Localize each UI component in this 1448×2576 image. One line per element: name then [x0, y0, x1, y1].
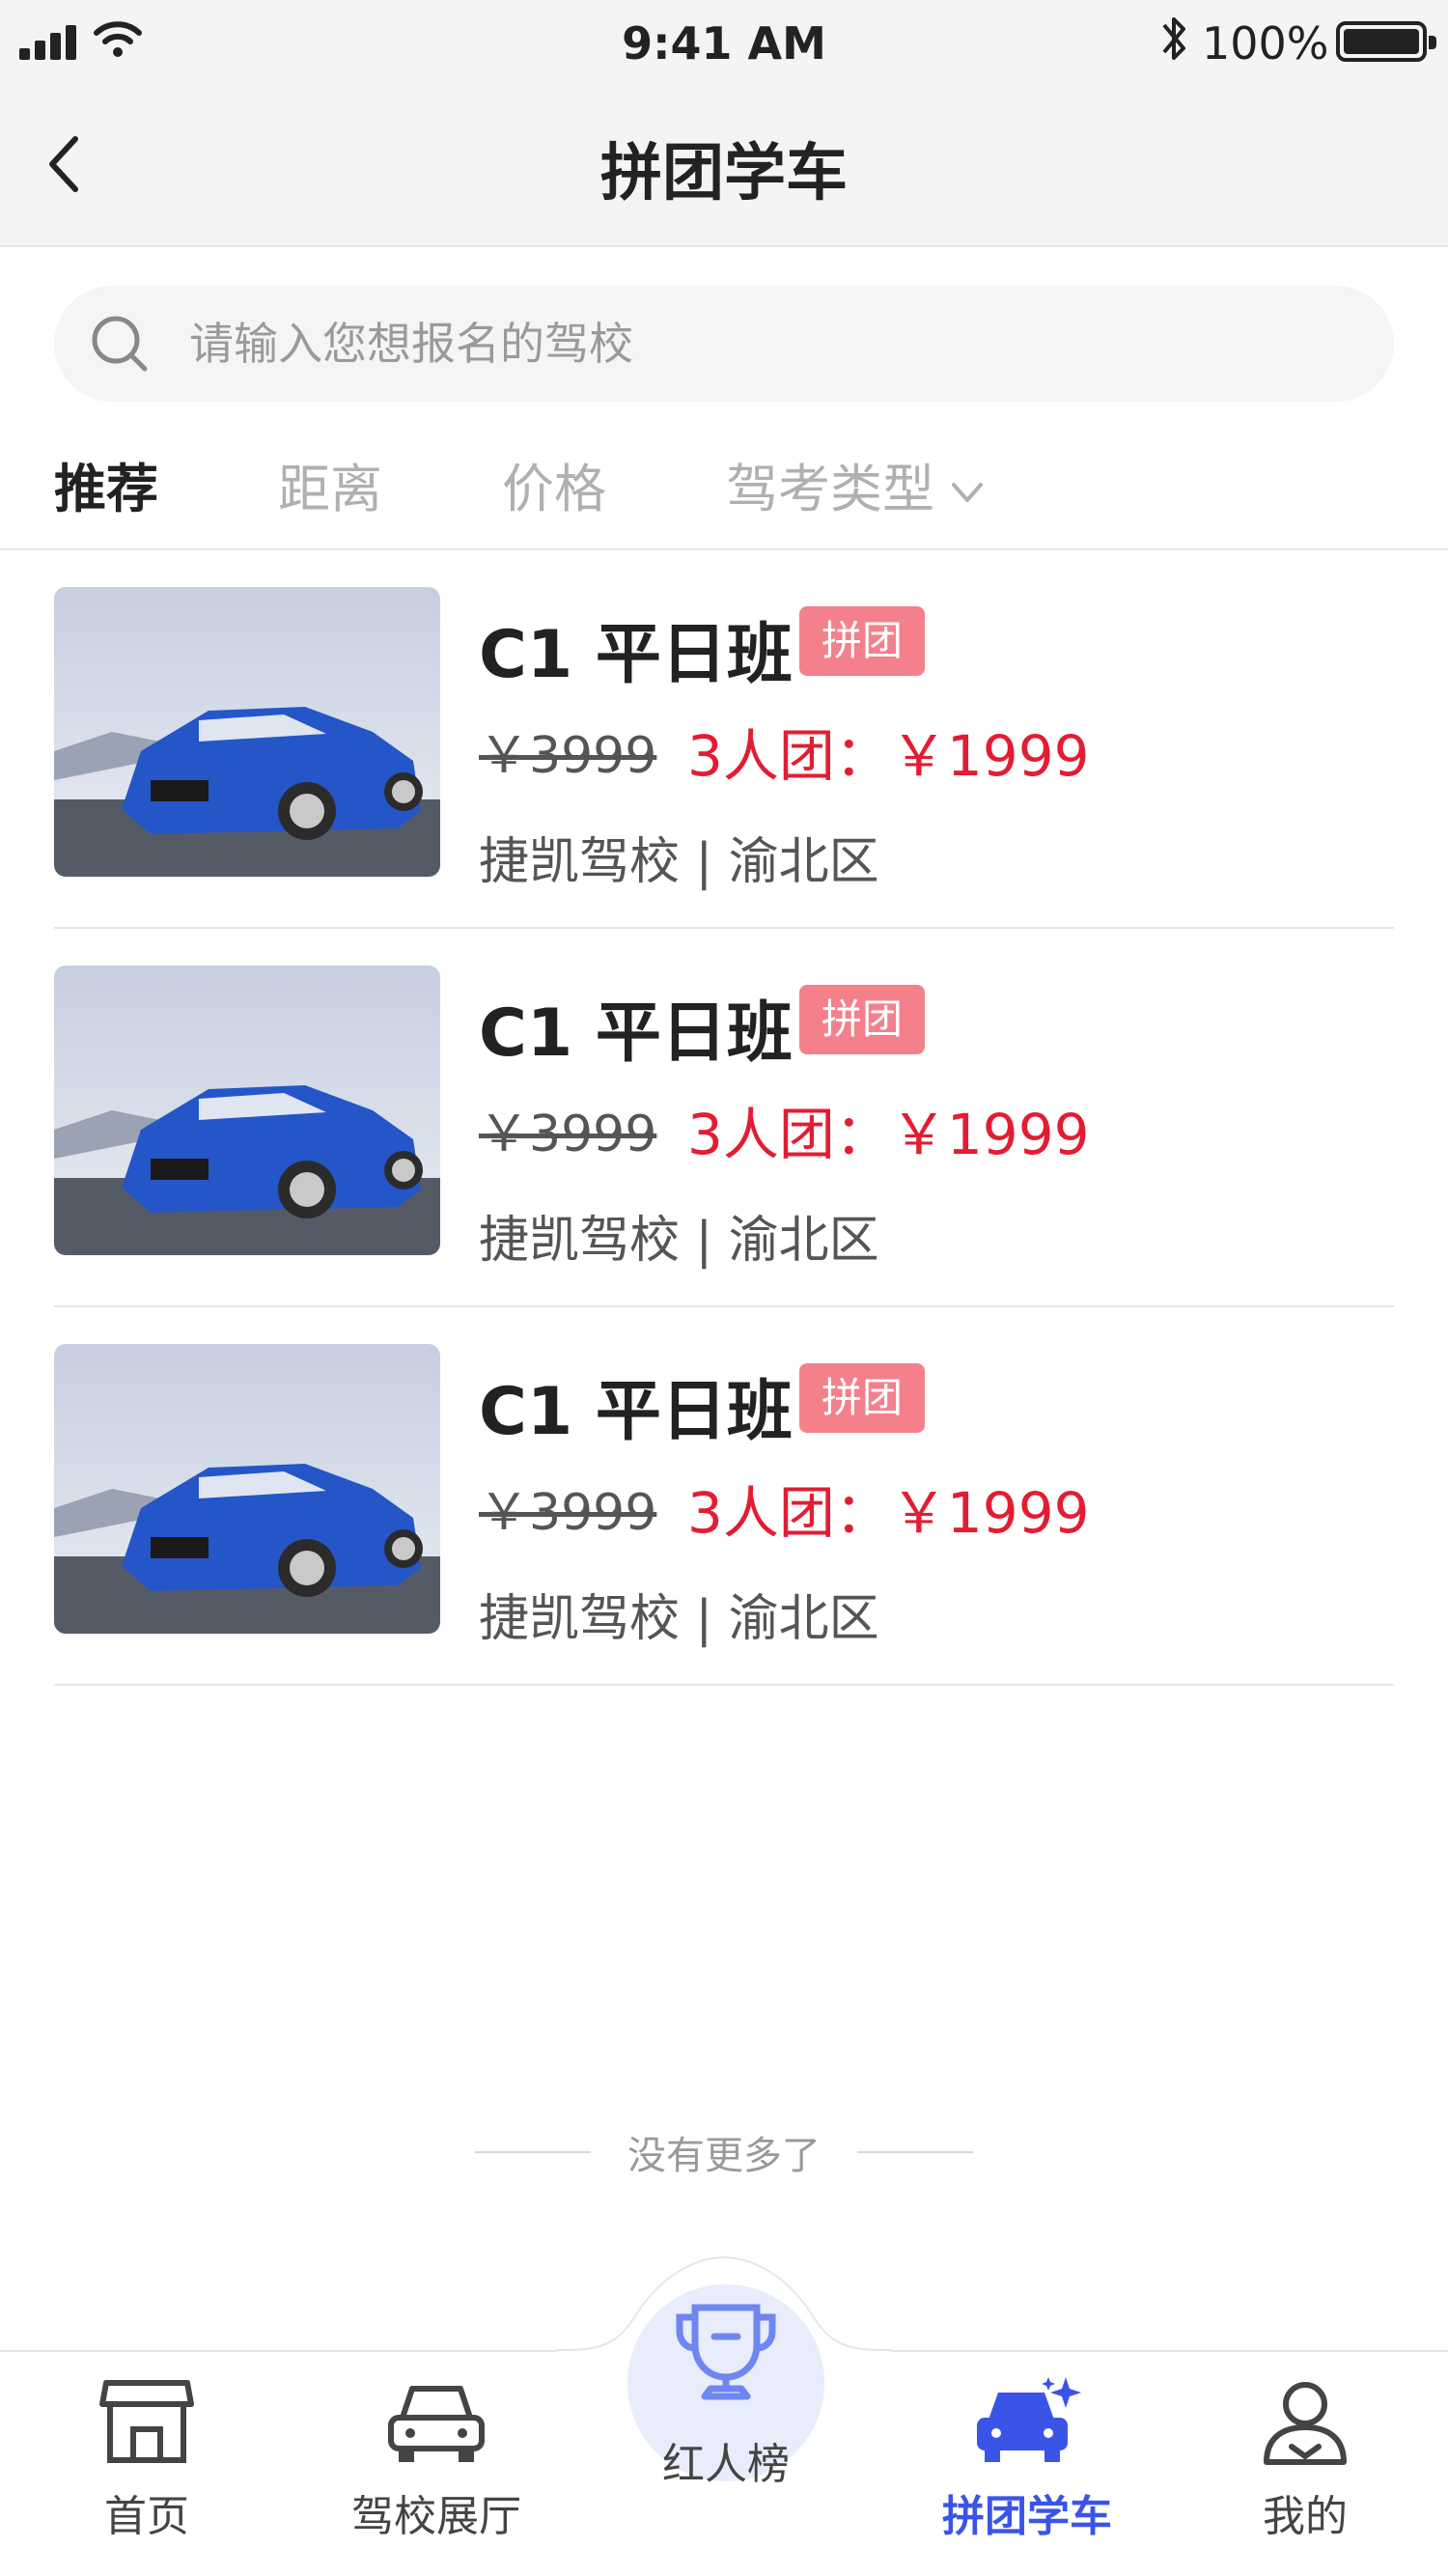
search-bar[interactable]: [54, 286, 1394, 402]
filter-tabs: 推荐 距离 价格 驾考类型: [0, 433, 1448, 550]
car-outline-icon: [388, 2386, 485, 2462]
tab-school-showroom-label: 驾校展厅: [351, 2492, 521, 2541]
user-icon: [1264, 2382, 1347, 2465]
tab-profile-label: 我的: [1263, 2492, 1348, 2541]
car-thumbnail: [54, 1344, 440, 1634]
no-more-text: 没有更多了: [627, 2134, 821, 2178]
course-name: C1 平日班: [479, 1374, 793, 1450]
group-price: 3人团：￥1999: [687, 1102, 1090, 1167]
original-price: ￥3999: [479, 727, 657, 785]
page: 9:41 AM 100% 拼团学车 推荐 距离 价格 驾考类型: [0, 0, 1448, 2576]
car-thumbnail: [54, 966, 440, 1255]
tab-home[interactable]: 首页: [41, 2375, 253, 2568]
chevron-down-icon: [952, 483, 983, 503]
list-item[interactable]: C1 平日班 拼团 ￥3999 3人团：￥1999 捷凯驾校 | 渝北区: [54, 929, 1394, 1307]
no-more-indicator: 没有更多了: [0, 2124, 1448, 2182]
filter-tab-recommend[interactable]: 推荐: [54, 446, 158, 522]
list-item[interactable]: C1 平日班 拼团 ￥3999 3人团：￥1999 捷凯驾校 | 渝北区: [54, 1307, 1394, 1686]
trophy-icon: [676, 2304, 776, 2400]
group-price: 3人团：￥1999: [687, 1480, 1090, 1546]
group-price: 3人团：￥1999: [687, 723, 1090, 789]
course-name: C1 平日班: [479, 995, 793, 1072]
battery-percent: 100%: [1202, 17, 1329, 70]
tab-leaderboard-label: 红人榜: [662, 2440, 790, 2489]
filter-tab-exam-type[interactable]: 驾考类型: [726, 446, 985, 522]
tab-school-showroom[interactable]: 驾校展厅: [330, 2375, 543, 2568]
page-title: 拼团学车: [600, 138, 848, 210]
bluetooth-icon: [1162, 17, 1185, 60]
filter-tab-exam-type-label: 驾考类型: [726, 459, 934, 519]
group-tag-badge: 拼团: [799, 606, 925, 676]
status-bar: 9:41 AM 100%: [0, 0, 1448, 85]
list-item[interactable]: C1 平日班 拼团 ￥3999 3人团：￥1999 捷凯驾校 | 渝北区: [54, 550, 1394, 929]
filter-tab-price[interactable]: 价格: [502, 446, 606, 522]
tab-group-learning[interactable]: 拼团学车: [921, 2375, 1133, 2568]
tab-group-learning-label: 拼团学车: [942, 2492, 1112, 2541]
group-tag-badge: 拼团: [799, 1363, 925, 1433]
course-name: C1 平日班: [479, 617, 793, 693]
divider-right: [857, 2151, 973, 2153]
car-sparkle-icon: [977, 2377, 1081, 2462]
search-icon: [92, 316, 148, 372]
tab-home-label: 首页: [104, 2492, 189, 2541]
school-location: 捷凯驾校 | 渝北区: [479, 1590, 879, 1648]
battery-icon: [1336, 21, 1436, 62]
search-input[interactable]: [189, 305, 1348, 382]
top-bar: 9:41 AM 100% 拼团学车: [0, 0, 1448, 247]
school-location: 捷凯驾校 | 渝北区: [479, 833, 879, 891]
original-price: ￥3999: [479, 1484, 657, 1542]
store-icon: [99, 2380, 194, 2463]
original-price: ￥3999: [479, 1106, 657, 1163]
tab-leaderboard[interactable]: 红人榜: [620, 2294, 832, 2489]
car-thumbnail: [54, 587, 440, 877]
group-tag-badge: 拼团: [799, 985, 925, 1054]
tab-profile[interactable]: 我的: [1199, 2375, 1411, 2568]
school-location: 捷凯驾校 | 渝北区: [479, 1212, 879, 1270]
filter-tab-distance[interactable]: 距离: [278, 446, 382, 522]
